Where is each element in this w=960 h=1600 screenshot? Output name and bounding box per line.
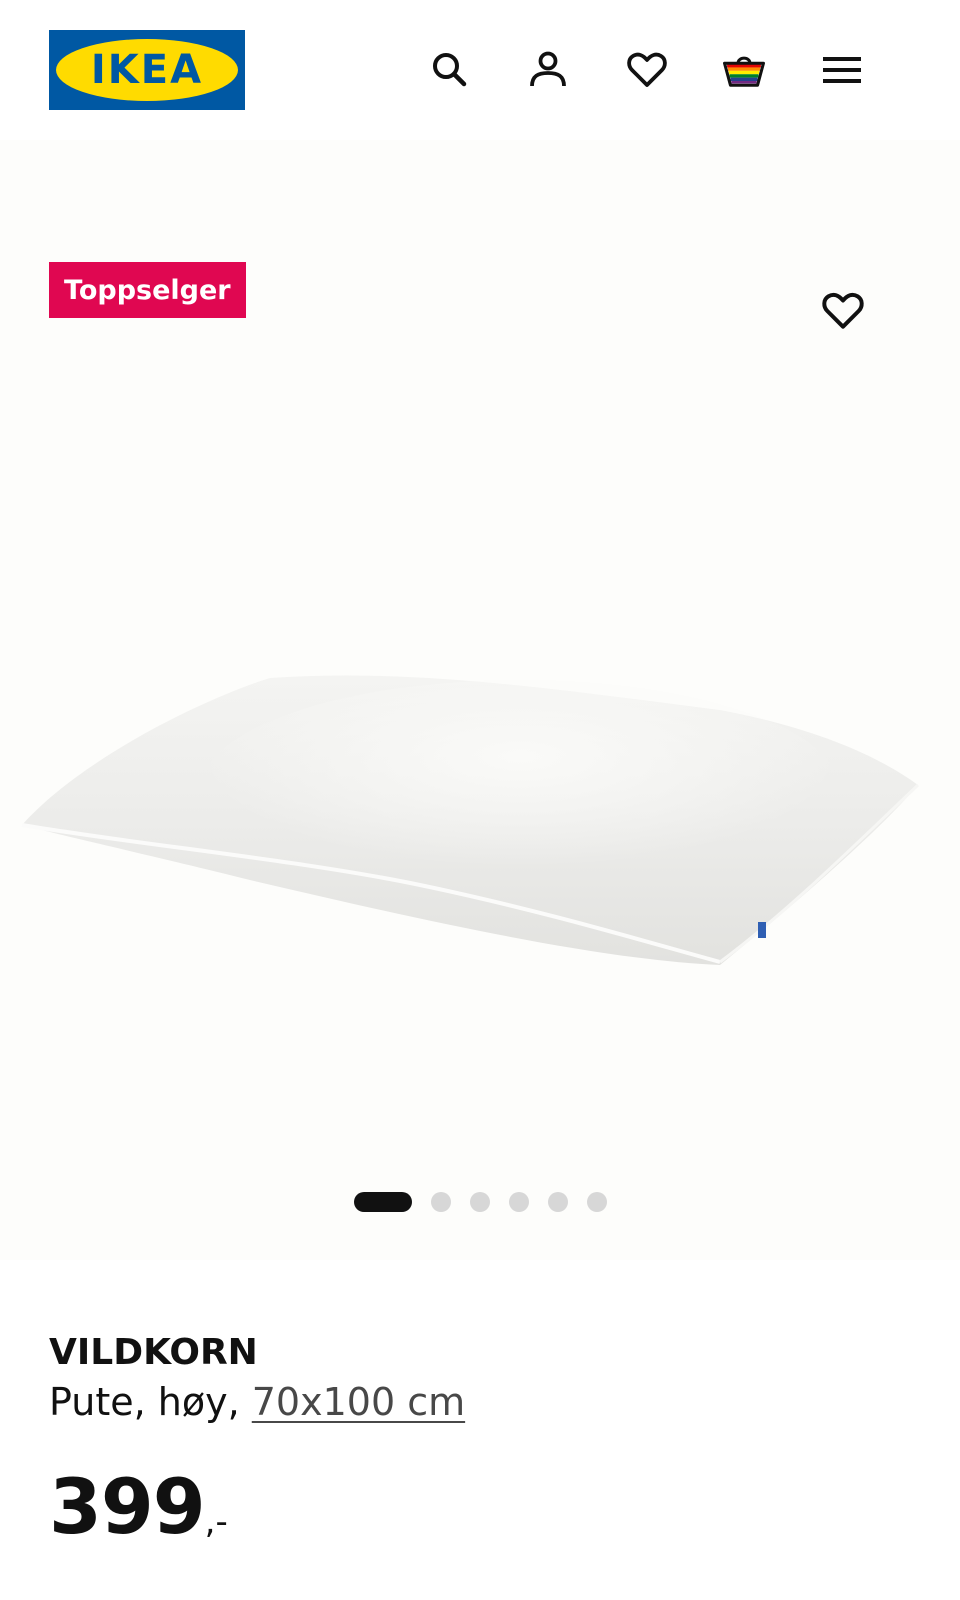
pillow-image <box>21 675 920 965</box>
site-header: IKEA <box>0 0 960 140</box>
favourites-icon <box>627 52 667 87</box>
product-price: 399 ,- <box>49 1462 228 1551</box>
shopping-basket-button[interactable] <box>718 44 770 96</box>
account-icon <box>530 51 566 87</box>
product-name: VILDKORN <box>49 1332 258 1373</box>
image-pagination <box>0 1192 960 1212</box>
pagination-dot-active[interactable] <box>353 1192 412 1212</box>
price-integer: 399 <box>49 1462 206 1551</box>
price-suffix: ,- <box>204 1502 228 1542</box>
product-type: Pute, høy, <box>49 1380 252 1424</box>
logo-oval: IKEA <box>56 39 238 101</box>
top-seller-badge: Toppselger <box>49 262 246 318</box>
product-page: IKEA Toppselger VILDKORN Pute, høy, 70x1… <box>0 0 960 1600</box>
heart-icon <box>822 292 864 329</box>
pagination-dot[interactable] <box>469 1192 490 1212</box>
menu-button[interactable] <box>816 44 868 96</box>
menu-icon <box>823 57 861 83</box>
search-button[interactable] <box>424 44 476 96</box>
favourites-button[interactable] <box>621 44 673 96</box>
shopping-basket-icon <box>723 56 765 87</box>
search-icon <box>433 53 467 87</box>
pagination-dot[interactable] <box>547 1192 568 1212</box>
product-size-link[interactable]: 70x100 cm <box>252 1380 465 1424</box>
pagination-dot[interactable] <box>586 1192 607 1212</box>
pagination-dot[interactable] <box>508 1192 529 1212</box>
add-to-favourites-button[interactable] <box>816 284 870 338</box>
account-button[interactable] <box>522 44 574 96</box>
pagination-dot[interactable] <box>430 1192 451 1212</box>
ikea-logo[interactable]: IKEA <box>49 30 245 110</box>
logo-text: IKEA <box>90 47 204 93</box>
product-description: Pute, høy, 70x100 cm <box>49 1380 465 1424</box>
